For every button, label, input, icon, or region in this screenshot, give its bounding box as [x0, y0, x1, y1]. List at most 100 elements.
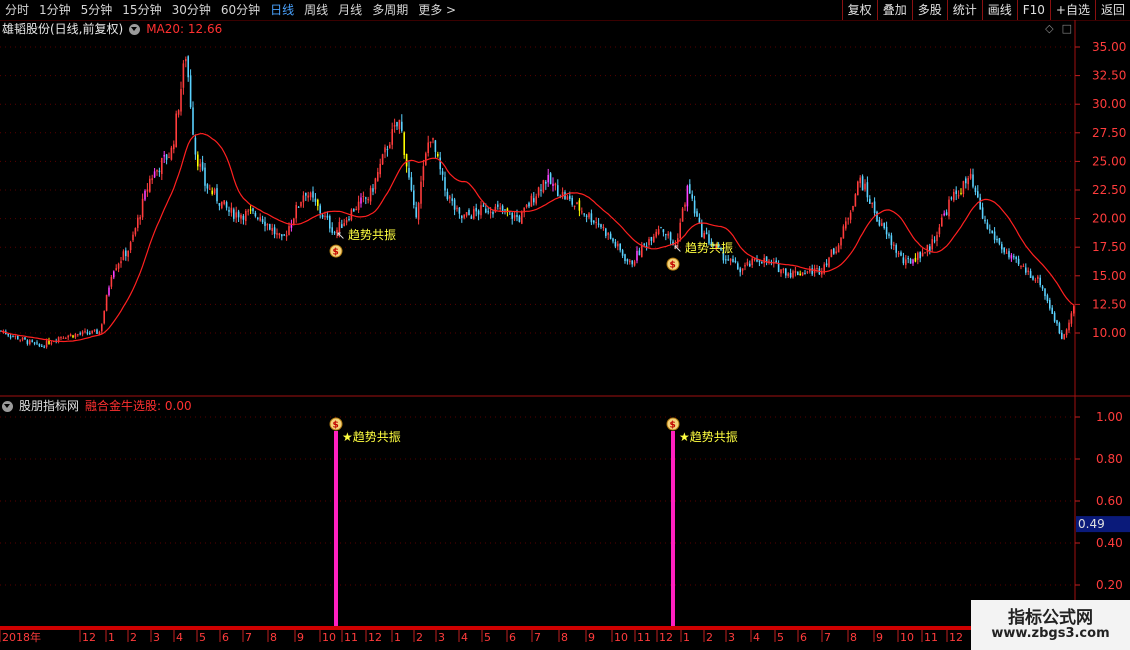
x-tick-label: 8 [270, 631, 277, 644]
candle-body [660, 227, 662, 229]
candle-body [866, 182, 869, 198]
candle-body [192, 107, 194, 135]
candle-body [986, 222, 989, 229]
candle-body [372, 188, 374, 192]
x-tick-label: 9 [588, 631, 595, 644]
candle-body [849, 212, 852, 220]
x-tick-label: 5 [484, 631, 491, 644]
candle-body [782, 268, 785, 271]
candle-body [633, 261, 636, 266]
candle-body [72, 335, 74, 338]
candle-body [669, 232, 672, 241]
x-tick-label: 6 [222, 631, 229, 644]
candle-body [381, 154, 384, 165]
candle-body [201, 162, 204, 170]
candle-body [725, 259, 727, 261]
candle-body [936, 235, 938, 241]
x-tick-label: 8 [561, 631, 568, 644]
candle-body [542, 180, 545, 193]
candle-body [391, 129, 393, 145]
candle-body [38, 344, 41, 347]
candle-body [631, 260, 633, 265]
candle-body [266, 224, 269, 226]
candle-body [967, 178, 969, 185]
candle-body [950, 197, 953, 199]
candle-body [386, 148, 389, 151]
candle-body [132, 234, 134, 241]
candle-body [847, 218, 849, 220]
candle-body [912, 259, 914, 264]
candle-body [24, 337, 26, 340]
candle-body [441, 171, 444, 175]
candle-body [1041, 286, 1044, 289]
candle-body [1044, 288, 1046, 297]
candle-body [1063, 334, 1065, 340]
candle-body [600, 224, 602, 228]
candle-body [153, 171, 156, 178]
candle-body [369, 188, 372, 202]
candle-body [1017, 258, 1020, 265]
candle-body [233, 209, 235, 219]
candle-body [617, 243, 619, 247]
candle-body [60, 337, 62, 339]
candle-body [535, 196, 537, 204]
x-tick-label: 4 [461, 631, 468, 644]
candle-body [595, 221, 597, 223]
candle-body [969, 173, 972, 179]
candle-body [554, 183, 557, 186]
x-tick-label: 6 [800, 631, 807, 644]
candle-body [393, 125, 396, 127]
candle-body [221, 201, 223, 209]
candle-body [168, 156, 170, 158]
candle-body [242, 215, 245, 220]
current-value-label: 0.49 [1078, 517, 1105, 531]
candle-body [189, 75, 192, 108]
candle-body [396, 121, 398, 127]
candle-body [384, 147, 386, 153]
candle-body [816, 268, 818, 270]
candle-body [309, 192, 312, 198]
candle-body [919, 252, 921, 259]
candle-body [1053, 312, 1056, 322]
candle-body [993, 231, 996, 240]
x-tick-label: 12 [659, 631, 673, 644]
candle-body [547, 175, 549, 183]
candle-body [571, 197, 573, 205]
y-tick-label: 32.50 [1092, 69, 1126, 83]
candle-body [91, 330, 93, 334]
candle-body [876, 211, 878, 222]
candle-body [247, 210, 249, 212]
candle-body [905, 259, 907, 265]
candle-body [938, 227, 941, 235]
candle-body [7, 333, 9, 336]
candle-body [81, 331, 84, 335]
candle-body [957, 195, 960, 197]
money-bag-icon: $ [670, 421, 676, 431]
chart-canvas[interactable]: 35.00 32.50 30.00 27.50 25.00 22.50 20.00 17.50… [0, 0, 1130, 650]
candle-body [926, 244, 929, 253]
candle-body [667, 233, 669, 236]
arrow-icon: ↖ [673, 242, 682, 255]
candle-body [417, 202, 420, 220]
candle-body [216, 188, 218, 202]
candle-body [485, 208, 487, 213]
candle-body [979, 197, 981, 210]
candle-body [84, 331, 86, 333]
candle-body [449, 196, 451, 199]
x-tick-label: 8 [850, 631, 857, 644]
candle-body [845, 221, 847, 229]
candle-body [797, 271, 799, 275]
candle-body [693, 200, 696, 214]
candle-body [989, 229, 991, 231]
candle-body [494, 206, 497, 213]
candle-body [1010, 255, 1013, 259]
candle-body [17, 335, 19, 340]
candle-body [573, 205, 576, 208]
candle-body [612, 238, 614, 242]
candle-body [955, 190, 957, 194]
candle-body [648, 239, 650, 246]
candle-body [811, 268, 813, 275]
candle-body [199, 163, 201, 167]
candle-body [117, 263, 120, 269]
candle-body [799, 273, 801, 276]
